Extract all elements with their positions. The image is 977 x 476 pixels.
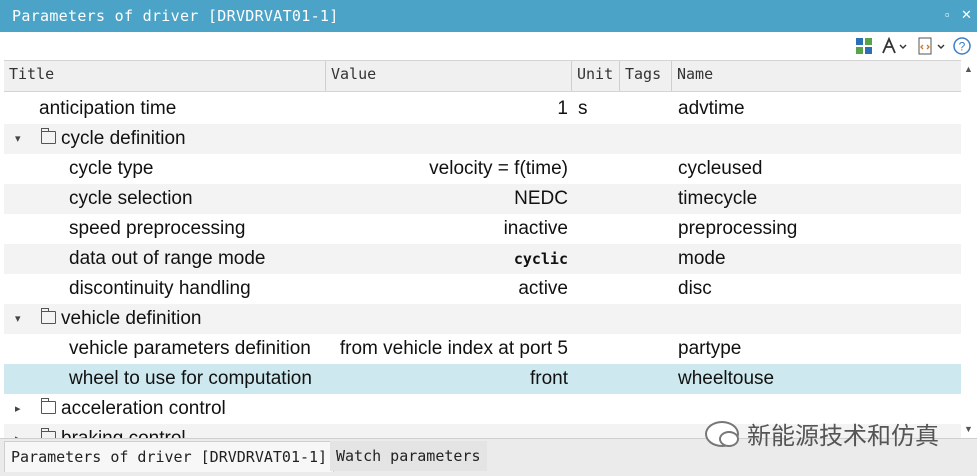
- row-name: disc: [678, 278, 712, 299]
- table-row[interactable]: anticipation time 1 s advtime: [4, 94, 961, 124]
- column-header-name[interactable]: Name: [672, 61, 961, 91]
- row-value[interactable]: 1: [328, 94, 568, 124]
- row-value[interactable]: inactive: [328, 214, 568, 244]
- row-unit: s: [578, 98, 588, 119]
- row-value[interactable]: active: [328, 274, 568, 304]
- parameter-tree: anticipation time 1 s advtime ▾ cycle definit…: [4, 94, 961, 438]
- row-name: advtime: [678, 98, 745, 119]
- table-header: Title Value Unit Tags Name: [4, 60, 961, 92]
- row-name: partype: [678, 338, 742, 359]
- row-title: acceleration control: [61, 398, 226, 419]
- table-row[interactable]: discontinuity handling active disc: [4, 274, 961, 304]
- row-unit: [578, 244, 624, 274]
- row-unit: [578, 364, 624, 394]
- table-row[interactable]: wheel to use for computation front wheelto…: [4, 364, 961, 394]
- column-header-value[interactable]: Value: [326, 61, 572, 91]
- row-value[interactable]: cyclic: [328, 244, 568, 274]
- row-name: cycleused: [678, 158, 763, 179]
- row-name: timecycle: [678, 188, 758, 209]
- row-title: cycle selection: [69, 188, 193, 209]
- maximize-button[interactable]: ▫: [945, 7, 950, 22]
- row-value[interactable]: NEDC: [328, 184, 568, 214]
- window-titlebar: Parameters of driver [DRVDRVAT01-1] ▫ ✕: [0, 0, 977, 32]
- watermark-text: 新能源技术和仿真: [747, 423, 939, 450]
- row-unit: [578, 184, 624, 214]
- row-title: data out of range mode: [69, 248, 266, 269]
- row-value[interactable]: front: [328, 364, 568, 394]
- row-title: braking control: [61, 424, 324, 438]
- wechat-icon: [705, 420, 739, 447]
- vertical-scrollbar[interactable]: ▲ ▼: [961, 60, 977, 438]
- table-row[interactable]: cycle selection NEDC timecycle: [4, 184, 961, 214]
- table-row[interactable]: data out of range mode cyclic mode: [4, 244, 961, 274]
- column-header-tags[interactable]: Tags: [620, 61, 672, 91]
- font-icon[interactable]: [880, 36, 910, 56]
- row-name: mode: [678, 248, 726, 269]
- watermark: 新能源技术和仿真: [705, 416, 939, 451]
- row-name: wheeltouse: [678, 368, 775, 389]
- table-row[interactable]: cycle type velocity = f(time) cycleused: [4, 154, 961, 184]
- tree-group-row[interactable]: ▾ vehicle definition: [4, 304, 961, 334]
- toolbar: ?: [0, 32, 977, 60]
- scroll-down-icon[interactable]: ▼: [964, 424, 973, 434]
- scroll-up-icon[interactable]: ▲: [964, 64, 973, 74]
- table-row[interactable]: vehicle parameters definition from vehicl…: [4, 334, 961, 364]
- tree-group-row[interactable]: ▾ cycle definition: [4, 124, 961, 154]
- row-title: vehicle definition: [61, 308, 202, 329]
- folder-icon: [41, 398, 56, 414]
- row-title: discontinuity handling: [69, 278, 251, 299]
- row-title: cycle definition: [61, 128, 186, 149]
- chevron-right-icon[interactable]: ▸: [15, 424, 21, 438]
- window-title: Parameters of driver [DRVDRVAT01-1]: [12, 7, 339, 25]
- row-unit: [578, 154, 624, 184]
- row-unit: [578, 334, 624, 364]
- row-unit: [578, 214, 624, 244]
- row-title: vehicle parameters definition: [69, 338, 311, 359]
- table-row[interactable]: speed preprocessing inactive preprocessing: [4, 214, 961, 244]
- chevron-down-icon[interactable]: ▾: [15, 304, 21, 334]
- row-title: speed preprocessing: [69, 218, 246, 239]
- row-title: wheel to use for computation: [69, 368, 312, 389]
- row-value[interactable]: velocity = f(time): [328, 154, 568, 184]
- column-header-title[interactable]: Title: [4, 61, 326, 91]
- row-value[interactable]: from vehicle index at port 5: [328, 334, 568, 364]
- tab-parameters-of-driver[interactable]: Parameters of driver [DRVDRVAT01-1]: [4, 441, 335, 472]
- close-button[interactable]: ✕: [961, 7, 972, 23]
- tab-watch-parameters[interactable]: Watch parameters: [330, 441, 487, 471]
- row-title: cycle type: [69, 158, 154, 179]
- chevron-down-icon[interactable]: ▾: [15, 124, 21, 154]
- help-glyph: ?: [959, 40, 966, 54]
- help-icon[interactable]: ?: [952, 36, 972, 56]
- folder-icon: [41, 428, 56, 438]
- layout-icon[interactable]: [854, 36, 874, 56]
- chevron-right-icon[interactable]: ▸: [15, 394, 21, 424]
- folder-icon: [41, 128, 56, 144]
- folder-icon: [41, 308, 56, 324]
- code-icon[interactable]: [916, 36, 948, 56]
- row-unit: [578, 274, 624, 304]
- row-name: preprocessing: [678, 218, 798, 239]
- column-header-unit[interactable]: Unit: [572, 61, 620, 91]
- row-title: anticipation time: [39, 98, 177, 119]
